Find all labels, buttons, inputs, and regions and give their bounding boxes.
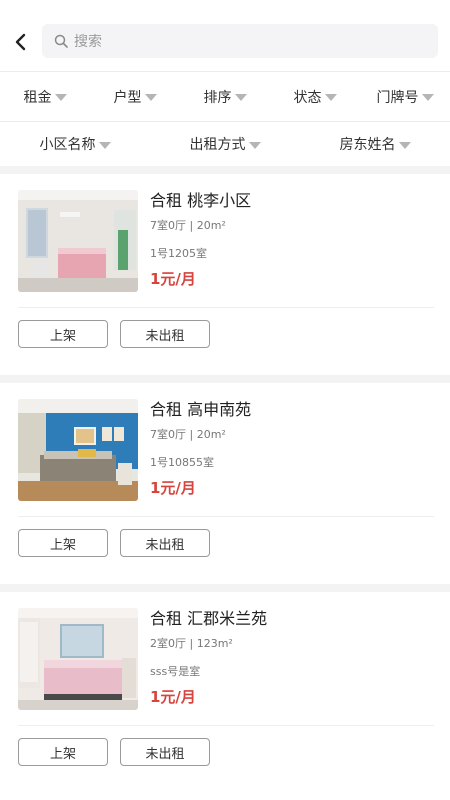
- filter-status[interactable]: 状态: [270, 87, 360, 107]
- search-placeholder: 搜索: [74, 34, 102, 50]
- rental-status-button[interactable]: 未出租: [120, 529, 210, 557]
- filter-door-number[interactable]: 门牌号: [360, 87, 450, 107]
- filter-sort[interactable]: 排序: [180, 87, 270, 107]
- filter-label: 出租方式: [189, 137, 246, 153]
- listing-price: 1元/月: [150, 479, 196, 497]
- listing-title: 合租 桃李小区: [150, 191, 252, 210]
- listing-price: 1元/月: [150, 688, 196, 706]
- back-button[interactable]: [8, 24, 32, 60]
- top-bar: 搜索: [0, 0, 450, 72]
- filter-label: 户型: [113, 89, 142, 106]
- filter-layout[interactable]: 户型: [90, 87, 180, 107]
- listing-info: 合租 桃李小区 7室0厅 | 20m² 1号1205室 1元/月: [150, 190, 251, 307]
- filter-landlord-name[interactable]: 房东姓名: [300, 134, 450, 154]
- listing-photo: [18, 608, 138, 710]
- listing-spec: 7室0厅 | 20m²: [150, 428, 226, 441]
- filter-row-secondary: 小区名称 出租方式 房东姓名: [0, 122, 450, 174]
- listing-info: 合租 高申南苑 7室0厅 | 20m² 1号10855室 1元/月: [150, 399, 251, 516]
- filter-rent[interactable]: 租金: [0, 87, 90, 107]
- listing-actions: 上架 未出租: [18, 308, 434, 348]
- filter-row-primary: 租金 户型 排序 状态 门牌号: [0, 72, 450, 122]
- rental-status-button[interactable]: 未出租: [120, 320, 210, 348]
- listing-spec: 2室0厅 | 123m²: [150, 637, 233, 650]
- listing-photo: [18, 399, 138, 501]
- listing-room: 1号10855室: [150, 456, 214, 469]
- listing-actions: 上架 未出租: [18, 517, 434, 557]
- listing-photo: [18, 190, 138, 292]
- filter-label: 状态: [293, 89, 322, 106]
- filter-label: 门牌号: [376, 89, 419, 106]
- listing-actions: 上架 未出租: [18, 726, 434, 766]
- publish-button[interactable]: 上架: [18, 529, 108, 557]
- listing-spec: 7室0厅 | 20m²: [150, 219, 226, 232]
- caret-down-icon: [398, 141, 411, 149]
- caret-down-icon: [54, 94, 67, 101]
- listing-summary: 合租 桃李小区 7室0厅 | 20m² 1号1205室 1元/月: [18, 190, 434, 308]
- listing-title: 合租 高申南苑: [150, 400, 252, 419]
- listing-room: sss号是室: [150, 665, 201, 678]
- listing-title: 合租 汇郡米兰苑: [150, 609, 268, 628]
- filter-rental-mode[interactable]: 出租方式: [150, 134, 300, 154]
- caret-down-icon: [421, 94, 434, 101]
- caret-down-icon: [248, 141, 261, 149]
- chevron-left-icon: [15, 33, 26, 51]
- listing-price: 1元/月: [150, 270, 196, 288]
- listing-card[interactable]: 合租 汇郡米兰苑 2室0厅 | 123m² sss号是室 1元/月 上架 未出租: [0, 592, 450, 800]
- filter-label: 排序: [203, 89, 232, 106]
- caret-down-icon: [234, 94, 247, 101]
- filter-community-name[interactable]: 小区名称: [0, 134, 150, 154]
- filter-label: 房东姓名: [339, 137, 396, 153]
- publish-button[interactable]: 上架: [18, 320, 108, 348]
- listing-summary: 合租 汇郡米兰苑 2室0厅 | 123m² sss号是室 1元/月: [18, 608, 434, 726]
- search-icon: [54, 34, 68, 48]
- publish-button[interactable]: 上架: [18, 738, 108, 766]
- caret-down-icon: [144, 94, 157, 101]
- listing-card[interactable]: 合租 高申南苑 7室0厅 | 20m² 1号10855室 1元/月 上架 未出租: [0, 383, 450, 592]
- listing-room: 1号1205室: [150, 247, 207, 260]
- listing-card[interactable]: 合租 桃李小区 7室0厅 | 20m² 1号1205室 1元/月 上架 未出租: [0, 174, 450, 383]
- filter-label: 租金: [23, 89, 52, 106]
- caret-down-icon: [98, 141, 111, 149]
- listing-summary: 合租 高申南苑 7室0厅 | 20m² 1号10855室 1元/月: [18, 399, 434, 517]
- listing-info: 合租 汇郡米兰苑 2室0厅 | 123m² sss号是室 1元/月: [150, 608, 267, 725]
- filter-label: 小区名称: [39, 137, 96, 153]
- caret-down-icon: [324, 94, 337, 101]
- search-input[interactable]: 搜索: [42, 24, 438, 58]
- rental-status-button[interactable]: 未出租: [120, 738, 210, 766]
